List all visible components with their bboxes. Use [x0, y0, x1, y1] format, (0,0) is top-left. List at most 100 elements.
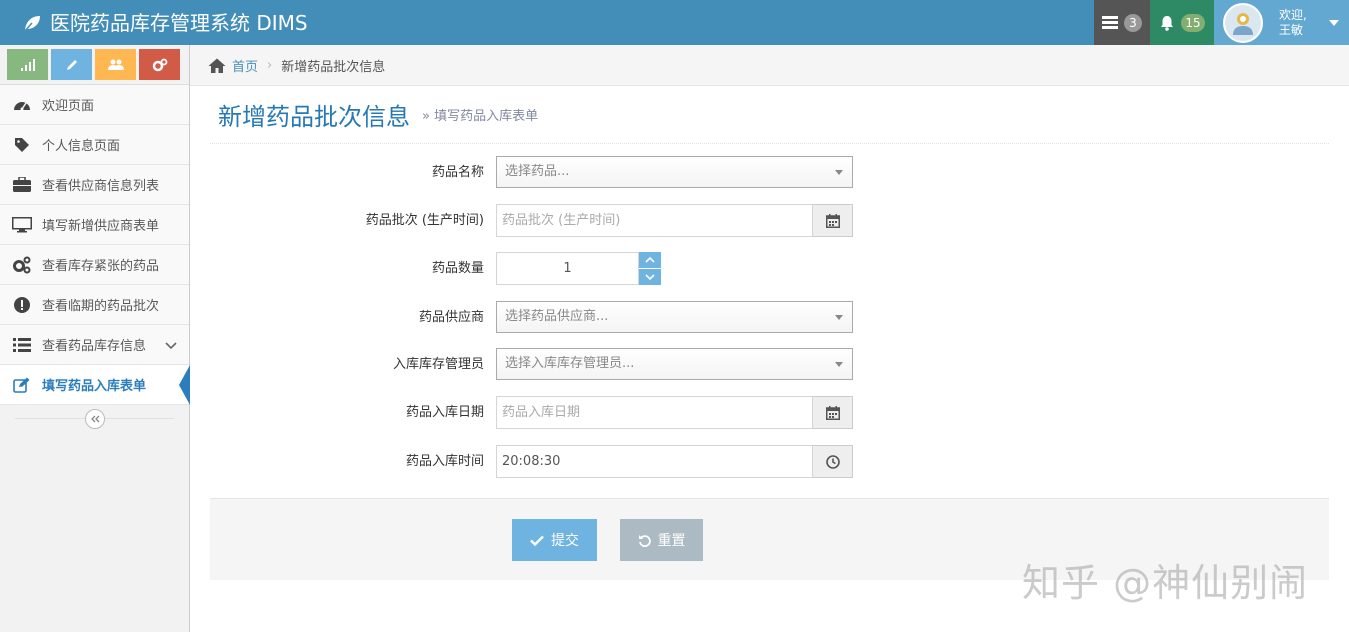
brand[interactable]: 医院药品库存管理系统 DIMS — [22, 10, 308, 36]
caret-down-icon — [1328, 19, 1339, 26]
reset-button[interactable]: 重置 — [620, 519, 703, 561]
avatar — [1223, 2, 1263, 43]
dropdown-arrow-icon — [835, 362, 843, 367]
in-date-input[interactable]: 药品入库日期 — [496, 396, 813, 429]
user-greeting: 欢迎, — [1279, 7, 1307, 22]
drug-name-label: 药品名称 — [431, 165, 484, 180]
pencil-icon — [66, 59, 77, 70]
user-info: 欢迎, 王敏 — [1279, 8, 1307, 38]
cogs-icon — [152, 58, 167, 71]
reset-label: 重置 — [657, 533, 686, 549]
form-row-batch: 药品批次 (生产时间) 药品批次 (生产时间) — [210, 204, 1329, 238]
leaf-icon — [23, 16, 40, 33]
form-row-drug-name: 药品名称 选择药品... — [210, 156, 1329, 190]
notifications-button[interactable]: 15 — [1150, 0, 1214, 45]
manager-placeholder: 选择入库库存管理员... — [505, 356, 635, 371]
sidebar-item-label: 查看临期的药品批次 — [42, 299, 160, 314]
drug-name-select[interactable]: 选择药品... — [496, 156, 853, 188]
quantity-decrement-button[interactable] — [639, 269, 661, 285]
form-row-in-date: 药品入库日期 药品入库日期 — [210, 396, 1329, 430]
shortcut-settings-button[interactable] — [139, 49, 180, 80]
sidebar-item-expiring-batches[interactable]: 查看临期的药品批次 — [0, 285, 189, 325]
sidebar-collapse-row — [0, 405, 189, 433]
submit-label: 提交 — [551, 533, 579, 549]
edit-icon — [12, 376, 32, 394]
app-title: 医院药品库存管理系统 DIMS — [50, 11, 308, 35]
sidebar-item-add-supplier[interactable]: 填写新增供应商表单 — [0, 205, 189, 245]
breadcrumb: 首页 › 新增药品批次信息 — [190, 45, 1349, 86]
sidebar-item-welcome[interactable]: 欢迎页面 — [0, 85, 189, 125]
sidebar-item-profile[interactable]: 个人信息页面 — [0, 125, 189, 165]
sidebar-item-supplier-list[interactable]: 查看供应商信息列表 — [0, 165, 189, 205]
sidebar-item-label: 填写药品入库表单 — [42, 379, 147, 394]
manager-label: 入库库存管理员 — [392, 357, 484, 372]
signal-icon — [20, 58, 35, 71]
in-time-label: 药品入库时间 — [405, 454, 484, 469]
sidebar-item-stock-info[interactable]: 查看药品库存信息 — [0, 325, 189, 365]
quantity-input[interactable]: 1 — [496, 252, 639, 285]
in-date-label: 药品入库日期 — [405, 405, 484, 420]
tasks-icon — [1102, 15, 1118, 29]
sidebar-item-label: 填写新增供应商表单 — [42, 219, 160, 234]
sidebar: 欢迎页面 个人信息页面 查看供应商信息列表 填写新增供应商表单 查看库存紧张的药… — [0, 45, 190, 632]
calendar-icon — [825, 405, 840, 420]
page-header: 新增药品批次信息 » 填写药品入库表单 — [210, 86, 1329, 144]
batch-calendar-button[interactable] — [813, 204, 853, 237]
quantity-spin-buttons — [639, 252, 661, 285]
home-icon — [208, 58, 226, 73]
bell-icon — [1161, 15, 1174, 31]
tasks-button[interactable]: 3 — [1094, 0, 1150, 45]
sidebar-collapse-button[interactable] — [85, 409, 105, 429]
undo-icon — [638, 534, 651, 547]
user-name: 王敏 — [1279, 22, 1304, 37]
submit-button[interactable]: 提交 — [512, 519, 597, 561]
dropdown-arrow-icon — [835, 315, 843, 320]
batch-label: 药品批次 (生产时间) — [365, 213, 484, 228]
batch-date-input[interactable]: 药品批次 (生产时间) — [496, 204, 813, 237]
shortcut-stats-button[interactable] — [7, 49, 48, 80]
form-row-supplier: 药品供应商 选择药品供应商... — [210, 301, 1329, 335]
breadcrumb-home-label: 首页 — [232, 59, 259, 75]
dashboard-icon — [12, 96, 32, 114]
sidebar-shortcuts — [0, 45, 189, 85]
check-icon — [530, 535, 544, 546]
desktop-icon — [12, 216, 32, 234]
user-menu[interactable]: 欢迎, 王敏 — [1214, 0, 1349, 45]
double-chevron-left-icon — [91, 415, 100, 423]
chevron-down-icon — [645, 274, 655, 280]
dropdown-arrow-icon — [835, 170, 843, 175]
in-date-calendar-button[interactable] — [813, 396, 853, 429]
top-navbar: 医院药品库存管理系统 DIMS 3 15 欢迎, 王敏 — [0, 0, 1349, 45]
breadcrumb-current: 新增药品批次信息 — [281, 59, 386, 75]
page-subtitle-text: 填写药品入库表单 — [434, 109, 539, 124]
supplier-placeholder: 选择药品供应商... — [505, 309, 609, 324]
form-row-quantity: 药品数量 1 — [210, 252, 1329, 286]
watermark: 知乎 @神仙别闹 — [1022, 561, 1309, 605]
sidebar-item-stock-in-form[interactable]: 填写药品入库表单 — [0, 365, 190, 405]
supplier-select[interactable]: 选择药品供应商... — [496, 301, 853, 333]
in-time-clock-button[interactable] — [813, 445, 853, 478]
cogs-icon — [12, 256, 32, 274]
shortcut-users-button[interactable] — [95, 49, 136, 80]
breadcrumb-separator-icon: › — [267, 57, 273, 73]
quantity-increment-button[interactable] — [639, 252, 661, 268]
calendar-icon — [825, 213, 840, 228]
in-time-group: 20:08:30 — [496, 445, 853, 478]
sidebar-item-label: 查看库存紧张的药品 — [42, 259, 160, 274]
form-row-manager: 入库库存管理员 选择入库库存管理员... — [210, 348, 1329, 382]
quantity-label: 药品数量 — [431, 261, 484, 276]
sidebar-item-label: 个人信息页面 — [42, 139, 121, 154]
users-icon — [107, 59, 124, 70]
supplier-label: 药品供应商 — [418, 310, 484, 325]
list-icon — [12, 336, 32, 354]
chevron-up-icon — [645, 257, 655, 263]
chevron-down-icon — [165, 339, 177, 354]
breadcrumb-home[interactable]: 首页 — [208, 56, 258, 75]
shortcut-edit-button[interactable] — [51, 49, 92, 80]
exclamation-icon — [12, 296, 32, 314]
sidebar-item-low-stock[interactable]: 查看库存紧张的药品 — [0, 245, 189, 285]
page-title: 新增药品批次信息 — [218, 103, 410, 131]
manager-select[interactable]: 选择入库库存管理员... — [496, 348, 853, 380]
in-time-input[interactable]: 20:08:30 — [496, 445, 813, 478]
batch-date-group: 药品批次 (生产时间) — [496, 204, 853, 237]
